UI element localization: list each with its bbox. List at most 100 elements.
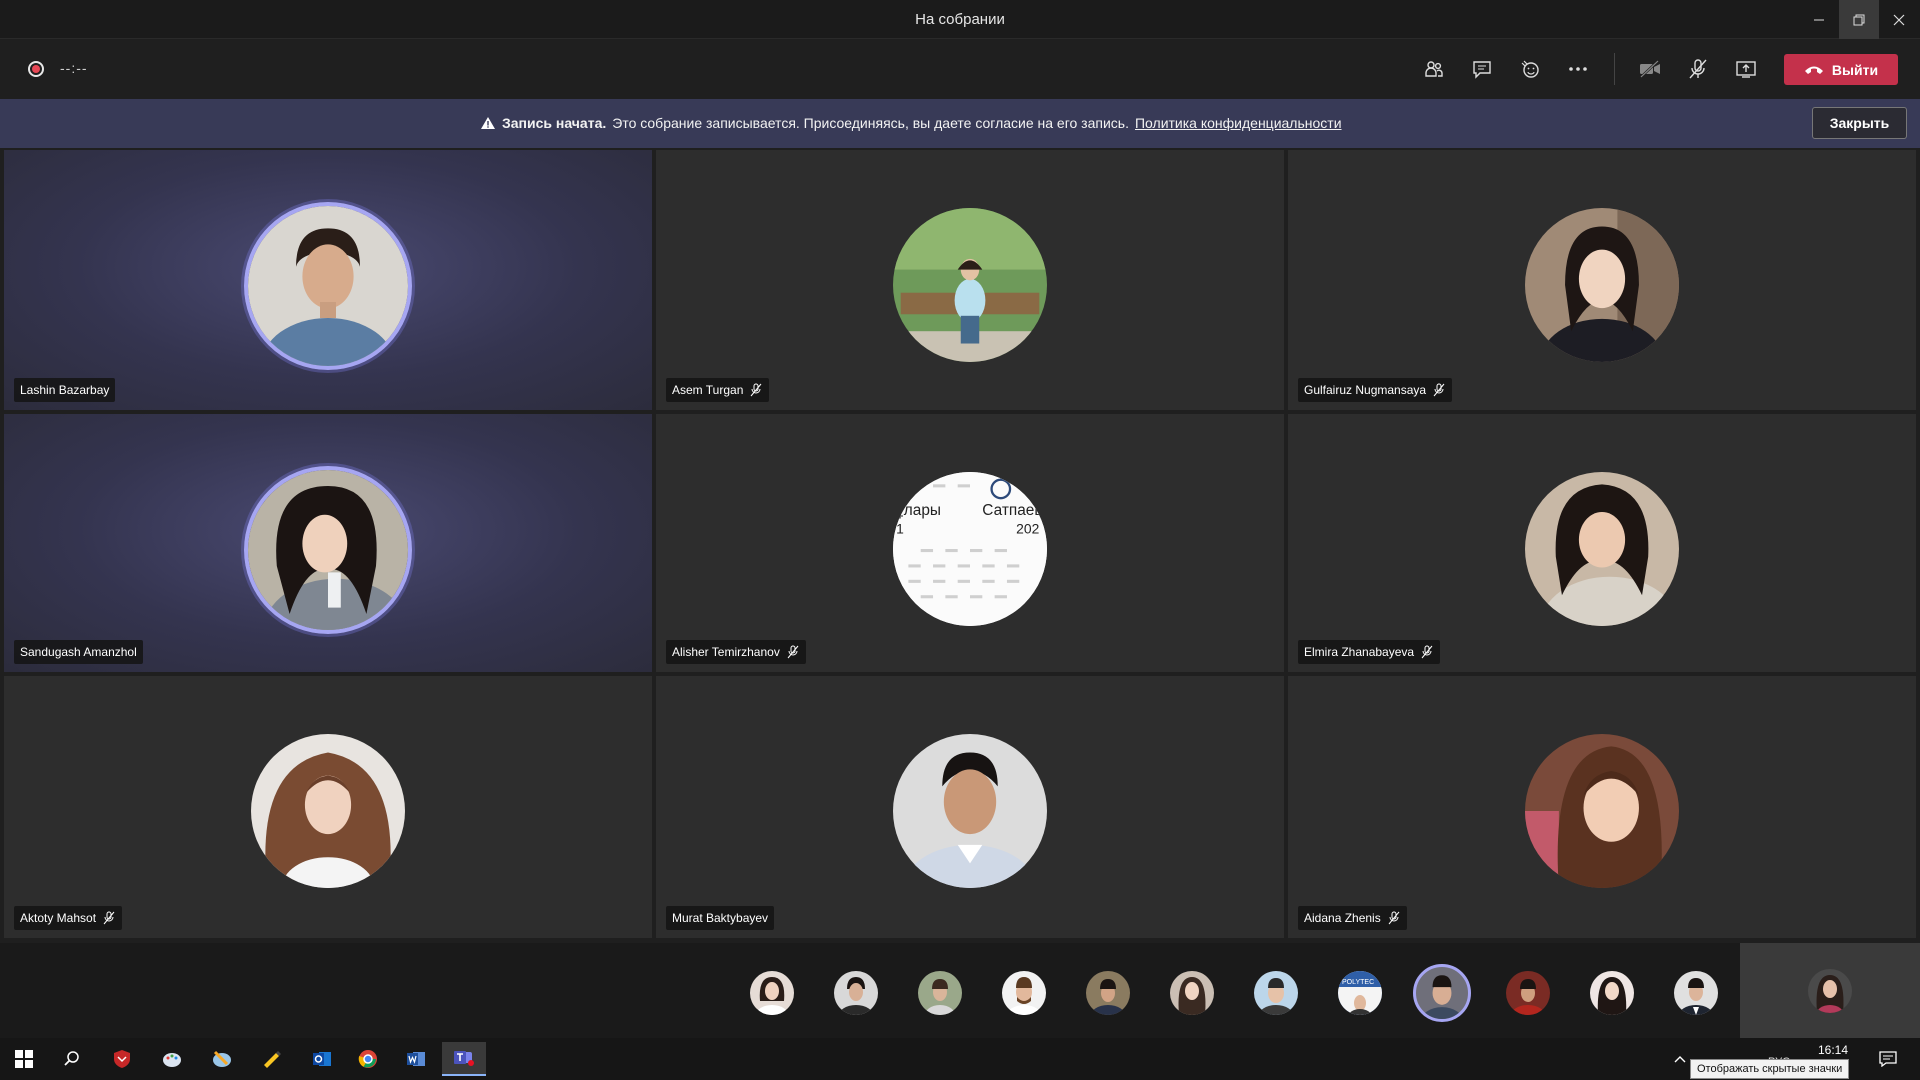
taskbar-app-teams[interactable] xyxy=(442,1042,486,1076)
avatar-text-num-right: 202 xyxy=(1016,521,1039,537)
search-button[interactable] xyxy=(50,1042,94,1076)
leave-button[interactable]: Выйти xyxy=(1784,54,1898,85)
share-screen-icon xyxy=(1736,61,1756,78)
minimize-button[interactable] xyxy=(1799,0,1839,39)
avatar: ұлары 1 Сатпаевс 202 xyxy=(893,472,1047,626)
avatar xyxy=(244,202,412,370)
restore-button[interactable] xyxy=(1839,0,1879,39)
participant-tile[interactable]: Sandugash Amanzhol xyxy=(4,414,652,672)
participant-name: Gulfairuz Nugmansaya xyxy=(1304,383,1427,397)
taskbar-app[interactable] xyxy=(150,1042,194,1076)
window-titlebar: На собрании xyxy=(0,0,1920,39)
hang-up-icon xyxy=(1804,66,1823,74)
taskbar-app-word[interactable] xyxy=(394,1042,438,1076)
participant-thumbnail[interactable] xyxy=(834,971,878,1015)
participant-nameplate: Gulfairuz Nugmansaya xyxy=(1298,378,1453,402)
people-icon xyxy=(1425,61,1443,77)
participant-tile[interactable]: Aktoty Mahsot xyxy=(4,676,652,938)
avatar-text-num-left: 1 xyxy=(896,521,904,537)
taskbar-app-outlook[interactable] xyxy=(300,1042,344,1076)
sticky-app-icon xyxy=(264,1051,281,1068)
participant-thumbnail[interactable] xyxy=(1674,971,1718,1015)
shield-app-icon xyxy=(114,1050,130,1068)
participant-nameplate: Murat Baktybayev xyxy=(666,906,775,930)
meeting-toolbar: --:-- Выйти xyxy=(0,39,1920,99)
participant-tile[interactable]: Gulfairuz Nugmansaya xyxy=(1288,150,1916,410)
recording-message: Запись начата. Это собрание записывается… xyxy=(480,115,1342,131)
avatar xyxy=(893,734,1047,888)
taskbar-app[interactable] xyxy=(250,1042,294,1076)
restore-icon xyxy=(1853,14,1865,25)
windows-logo-icon xyxy=(15,1050,33,1068)
recording-text: Это собрание записывается. Присоединяясь… xyxy=(612,115,1129,131)
participant-thumbnail[interactable] xyxy=(750,971,794,1015)
taskbar: РУС 16:14 xyxy=(0,1038,1920,1080)
participant-name: Alisher Temirzhanov xyxy=(672,645,780,659)
participant-tile[interactable]: Asem Turgan xyxy=(656,150,1284,410)
clock-time[interactable]: 16:14 xyxy=(1818,1043,1848,1057)
search-icon xyxy=(64,1051,79,1066)
raise-hand-button[interactable] xyxy=(1514,53,1546,85)
participant-name: Murat Baktybayev xyxy=(672,911,769,925)
recording-banner: Запись начата. Это собрание записывается… xyxy=(0,99,1920,148)
chrome-icon xyxy=(358,1050,377,1068)
participant-thumbnail[interactable] xyxy=(1002,971,1046,1015)
participant-tile[interactable]: Lashin Bazarbay xyxy=(4,150,652,410)
mic-off-icon xyxy=(1689,59,1707,79)
self-preview[interactable] xyxy=(1740,943,1920,1038)
outlook-icon xyxy=(313,1052,331,1066)
teams-icon xyxy=(454,1051,474,1066)
mic-toggle-button[interactable] xyxy=(1682,53,1714,85)
participant-tile[interactable]: Murat Baktybayev xyxy=(656,676,1284,938)
participant-tile[interactable]: ұлары 1 Сатпаевс 202 Alisher Temirzhanov xyxy=(656,414,1284,672)
taskbar-app-chrome[interactable] xyxy=(346,1042,390,1076)
participant-nameplate: Aktoty Mahsot xyxy=(14,906,123,930)
participant-name: Aktoty Mahsot xyxy=(20,911,97,925)
close-banner-button[interactable]: Закрыть xyxy=(1812,107,1907,139)
share-screen-button[interactable] xyxy=(1730,53,1762,85)
avatar-text-left: ұлары xyxy=(896,502,941,519)
privacy-policy-link[interactable]: Политика конфиденциальности xyxy=(1135,115,1342,131)
participants-button[interactable] xyxy=(1418,53,1450,85)
chevron-up-icon xyxy=(1674,1056,1686,1063)
participant-thumbnail[interactable] xyxy=(1506,971,1550,1015)
participant-thumbnail-selected[interactable] xyxy=(1413,964,1471,1022)
participant-tile[interactable]: Elmira Zhanabayeva xyxy=(1288,414,1916,672)
mic-off-icon xyxy=(787,645,799,659)
start-button[interactable] xyxy=(2,1042,46,1076)
warning-icon xyxy=(481,117,495,129)
camera-toggle-button[interactable] xyxy=(1634,53,1666,85)
thumb-text: POLYTEC xyxy=(1342,979,1374,986)
toolbar-divider xyxy=(1614,53,1615,85)
mic-off-icon xyxy=(103,911,115,925)
avatar xyxy=(1525,208,1679,362)
close-window-button[interactable] xyxy=(1879,0,1919,39)
mic-off-icon xyxy=(1433,383,1445,397)
camera-off-icon xyxy=(1640,60,1660,78)
mic-off-icon xyxy=(1421,645,1433,659)
chat-icon xyxy=(1473,61,1491,79)
participant-thumbnail[interactable] xyxy=(918,971,962,1015)
avatar xyxy=(1525,472,1679,626)
mic-off-icon xyxy=(750,383,762,397)
paint-app-icon xyxy=(163,1053,181,1067)
taskbar-app[interactable] xyxy=(100,1042,144,1076)
taskbar-app[interactable] xyxy=(200,1042,244,1076)
participant-thumbnail[interactable] xyxy=(1170,971,1214,1015)
participant-thumbnail[interactable]: POLYTEC xyxy=(1338,971,1382,1015)
participant-thumbnail[interactable] xyxy=(1590,971,1634,1015)
more-options-button[interactable] xyxy=(1562,53,1594,85)
participant-grid: Lashin Bazarbay Asem Turgan Gulfairuz Nu… xyxy=(0,148,1920,943)
participant-name: Lashin Bazarbay xyxy=(20,383,110,397)
participant-strip: POLYTEC xyxy=(0,943,1920,1038)
participant-name: Elmira Zhanabayeva xyxy=(1304,645,1415,659)
notifications-button[interactable] xyxy=(1866,1042,1910,1076)
word-icon xyxy=(407,1052,425,1066)
participant-thumbnail[interactable] xyxy=(1254,971,1298,1015)
self-avatar xyxy=(1808,969,1852,1013)
chat-button[interactable] xyxy=(1466,53,1498,85)
participant-nameplate: Elmira Zhanabayeva xyxy=(1298,640,1441,664)
participant-thumbnail[interactable] xyxy=(1086,971,1130,1015)
participant-nameplate: Lashin Bazarbay xyxy=(14,378,116,402)
participant-tile[interactable]: Aidana Zhenis xyxy=(1288,676,1916,938)
